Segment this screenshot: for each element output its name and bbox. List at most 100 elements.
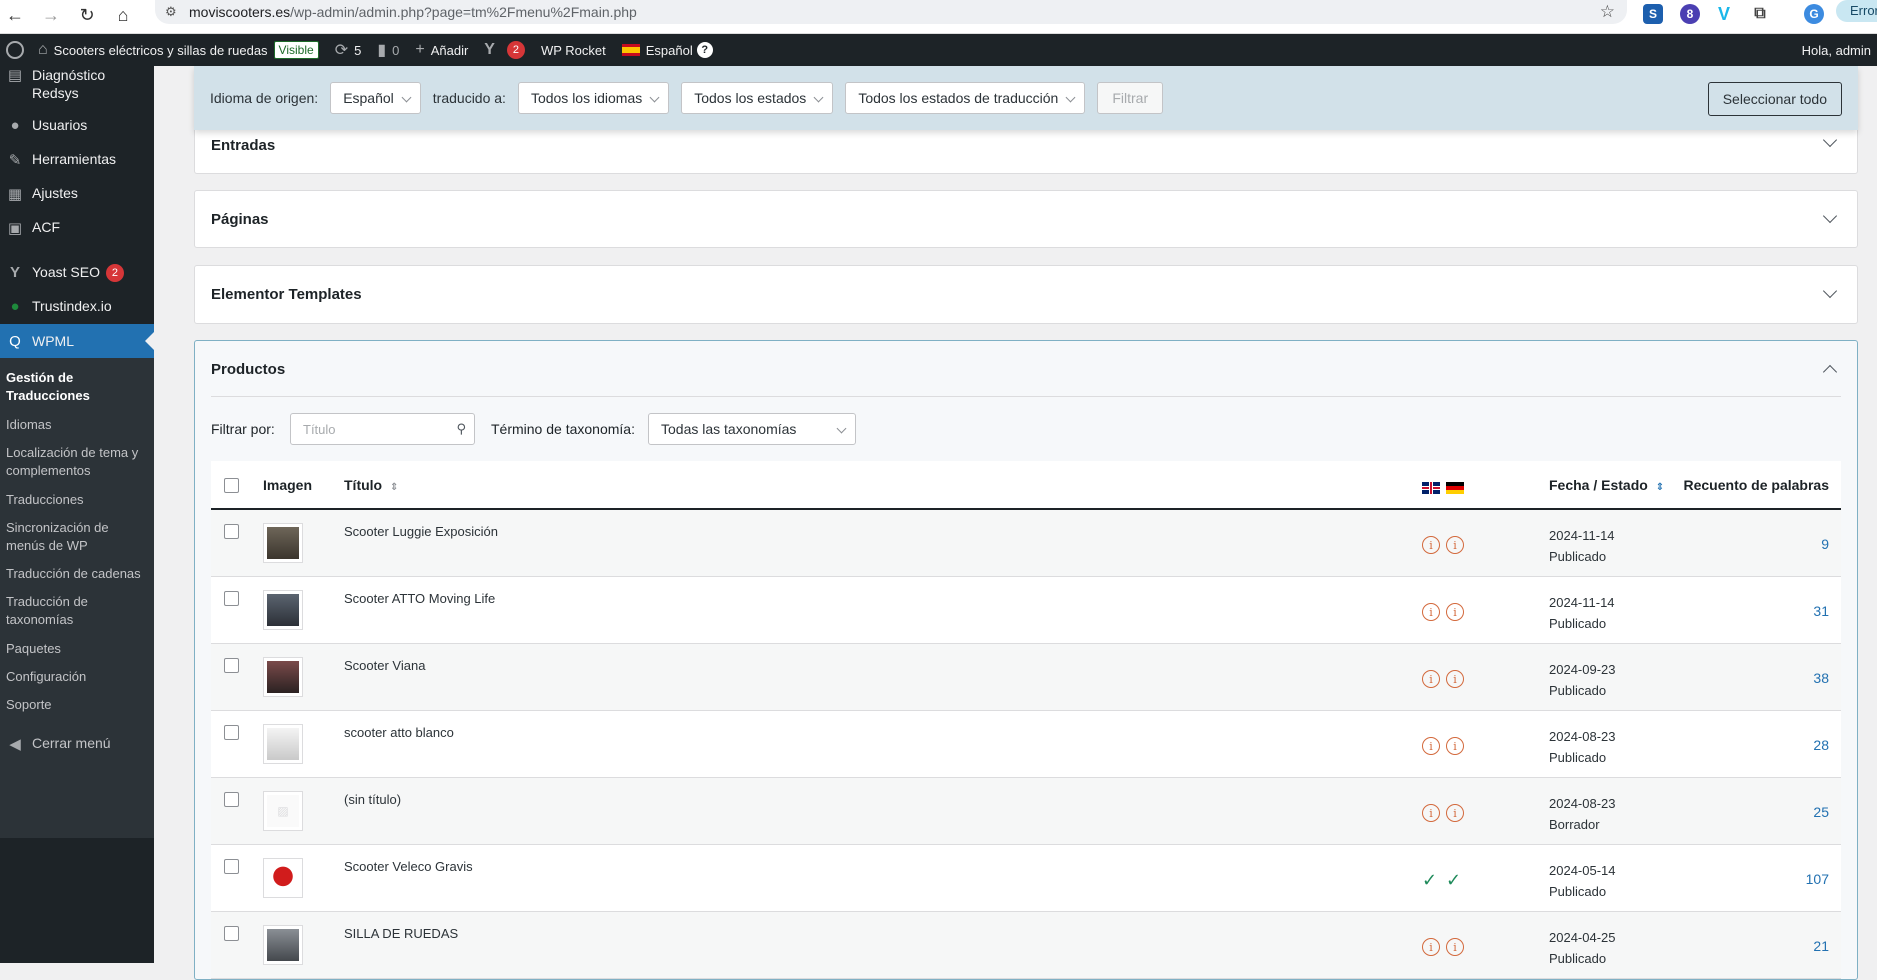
info-icon[interactable]: i [1422, 737, 1440, 755]
search-icon[interactable]: ⚲ [456, 421, 466, 437]
product-title[interactable]: Scooter ATTO Moving Life [344, 591, 495, 606]
row-checkbox[interactable] [224, 926, 239, 941]
bookmark-star-icon[interactable]: ☆ [1600, 2, 1615, 22]
translation-states-select[interactable]: Todos los estados de traducción [845, 82, 1086, 114]
title-search-input[interactable]: Título ⚲ [290, 413, 475, 445]
column-date-status[interactable]: Fecha / Estado ⇕ [1549, 477, 1664, 493]
section-elementor-templates[interactable]: Elementor Templates [194, 265, 1858, 324]
back-icon[interactable]: ← [0, 0, 30, 30]
filter-button[interactable]: Filtrar [1097, 82, 1164, 114]
comments-link[interactable]: ▮ 0 [369, 34, 407, 66]
states-select[interactable]: Todos los estados [681, 82, 834, 114]
submenu-idiomas[interactable]: Idiomas [6, 416, 150, 434]
home-icon[interactable]: ⌂ [108, 0, 138, 30]
row-checkbox[interactable] [224, 524, 239, 539]
updates-link[interactable]: ⟳ 5 [327, 34, 370, 66]
add-new-link[interactable]: + Añadir [407, 34, 476, 66]
word-count[interactable]: 21 [1813, 938, 1829, 954]
submenu-soporte[interactable]: Soporte [6, 696, 150, 714]
product-thumbnail[interactable] [263, 925, 303, 965]
menu-wpml[interactable]: Q WPML [0, 324, 154, 358]
select-all-button[interactable]: Seleccionar todo [1707, 82, 1842, 116]
submenu-sincronizacion[interactable]: Sincronización de menús de WP [6, 519, 150, 555]
info-icon[interactable]: i [1446, 938, 1464, 956]
word-count[interactable]: 31 [1813, 603, 1829, 619]
info-icon[interactable]: i [1446, 804, 1464, 822]
site-name-link[interactable]: ⌂ Scooters eléctricos y sillas de ruedas… [30, 34, 327, 66]
site-settings-icon[interactable]: ⚙ [165, 4, 181, 20]
info-icon[interactable]: i [1422, 804, 1440, 822]
chevron-up-icon[interactable] [1822, 364, 1838, 380]
forward-icon[interactable]: → [36, 0, 66, 30]
check-icon[interactable]: ✓ [1446, 871, 1464, 889]
info-icon[interactable]: i [1446, 536, 1464, 554]
submenu-traduccion-cadenas[interactable]: Traducción de cadenas [6, 565, 150, 583]
extensions-puzzle-icon[interactable]: ⧉ [1750, 4, 1770, 24]
product-thumbnail[interactable] [263, 590, 303, 630]
word-count[interactable]: 107 [1806, 871, 1829, 887]
product-thumbnail[interactable] [263, 858, 303, 898]
word-count[interactable]: 38 [1813, 670, 1829, 686]
submenu-traduccion-taxonomias[interactable]: Traducción de taxonomías [6, 593, 116, 629]
submenu-paquetes[interactable]: Paquetes [6, 640, 150, 658]
submenu-configuracion[interactable]: Configuración [6, 668, 150, 686]
row-checkbox[interactable] [224, 859, 239, 874]
product-thumbnail[interactable] [263, 657, 303, 697]
extension-s-icon[interactable]: S [1643, 4, 1663, 24]
check-icon[interactable]: ✓ [1422, 871, 1440, 889]
row-checkbox[interactable] [224, 792, 239, 807]
menu-trustindex[interactable]: ● Trustindex.io [0, 298, 154, 315]
collapse-menu[interactable]: ◀ Cerrar menú [0, 735, 154, 753]
submenu-traducciones[interactable]: Traducciones [6, 491, 150, 509]
row-checkbox[interactable] [224, 725, 239, 740]
target-languages-select[interactable]: Todos los idiomas [517, 82, 670, 114]
wp-rocket-link[interactable]: WP Rocket [533, 34, 614, 66]
wp-logo-icon[interactable] [0, 34, 30, 66]
product-title[interactable]: SILLA DE RUEDAS [344, 926, 458, 941]
section-title: Elementor Templates [211, 286, 362, 303]
source-language-select[interactable]: Español [330, 82, 421, 114]
row-checkbox[interactable] [224, 591, 239, 606]
menu-herramientas[interactable]: ✎ Herramientas [0, 151, 154, 169]
product-thumbnail[interactable]: ▨ [263, 791, 303, 831]
info-icon[interactable]: i [1446, 670, 1464, 688]
info-icon[interactable]: i [1422, 938, 1440, 956]
product-thumbnail[interactable] [263, 523, 303, 563]
word-count[interactable]: 28 [1813, 737, 1829, 753]
info-icon[interactable]: i [1446, 737, 1464, 755]
word-count[interactable]: 25 [1813, 804, 1829, 820]
error-pill[interactable]: Error [1836, 0, 1877, 22]
profile-avatar-icon[interactable]: G [1804, 4, 1824, 24]
extension-8-icon[interactable]: 8 [1680, 4, 1700, 24]
reload-icon[interactable]: ↻ [72, 0, 102, 30]
address-bar[interactable]: ⚙ moviscooters.es/wp-admin/admin.php?pag… [155, 0, 1627, 24]
menu-usuarios[interactable]: ● Usuarios [0, 117, 154, 134]
taxonomy-select[interactable]: Todas las taxonomías [648, 413, 856, 445]
section-title[interactable]: Productos [211, 361, 285, 378]
product-title[interactable]: Scooter Luggie Exposición [344, 524, 498, 539]
language-switcher[interactable]: Español ? [614, 34, 721, 66]
menu-diagnostico-redsys[interactable]: ▤ Diagnóstico Redsys [0, 66, 154, 102]
info-icon[interactable]: i [1446, 603, 1464, 621]
extension-vimeo-icon[interactable]: V [1714, 4, 1734, 24]
yoast-link[interactable]: Y 2 [476, 34, 533, 66]
info-icon[interactable]: i [1422, 536, 1440, 554]
row-checkbox[interactable] [224, 658, 239, 673]
submenu-gestion-traducciones[interactable]: Gestión de Traducciones [6, 369, 106, 405]
product-thumbnail[interactable] [263, 724, 303, 764]
product-title[interactable]: Scooter Viana [344, 658, 425, 673]
select-all-checkbox[interactable] [224, 478, 239, 493]
menu-ajustes[interactable]: ▦ Ajustes [0, 185, 154, 203]
product-title[interactable]: scooter atto blanco [344, 725, 454, 740]
menu-acf[interactable]: ▣ ACF [0, 219, 154, 237]
word-count[interactable]: 9 [1821, 536, 1829, 552]
menu-yoast-seo[interactable]: Y Yoast SEO 2 [0, 264, 154, 282]
column-title[interactable]: Título ⇕ [344, 477, 398, 493]
info-icon[interactable]: i [1422, 670, 1440, 688]
product-title[interactable]: (sin título) [344, 792, 401, 807]
info-icon[interactable]: i [1422, 603, 1440, 621]
submenu-localizacion[interactable]: Localización de tema y complementos [6, 444, 150, 480]
account-link[interactable]: Hola, admin [1794, 34, 1877, 66]
section-paginas[interactable]: Páginas [194, 190, 1858, 248]
product-title[interactable]: Scooter Veleco Gravis [344, 859, 473, 874]
